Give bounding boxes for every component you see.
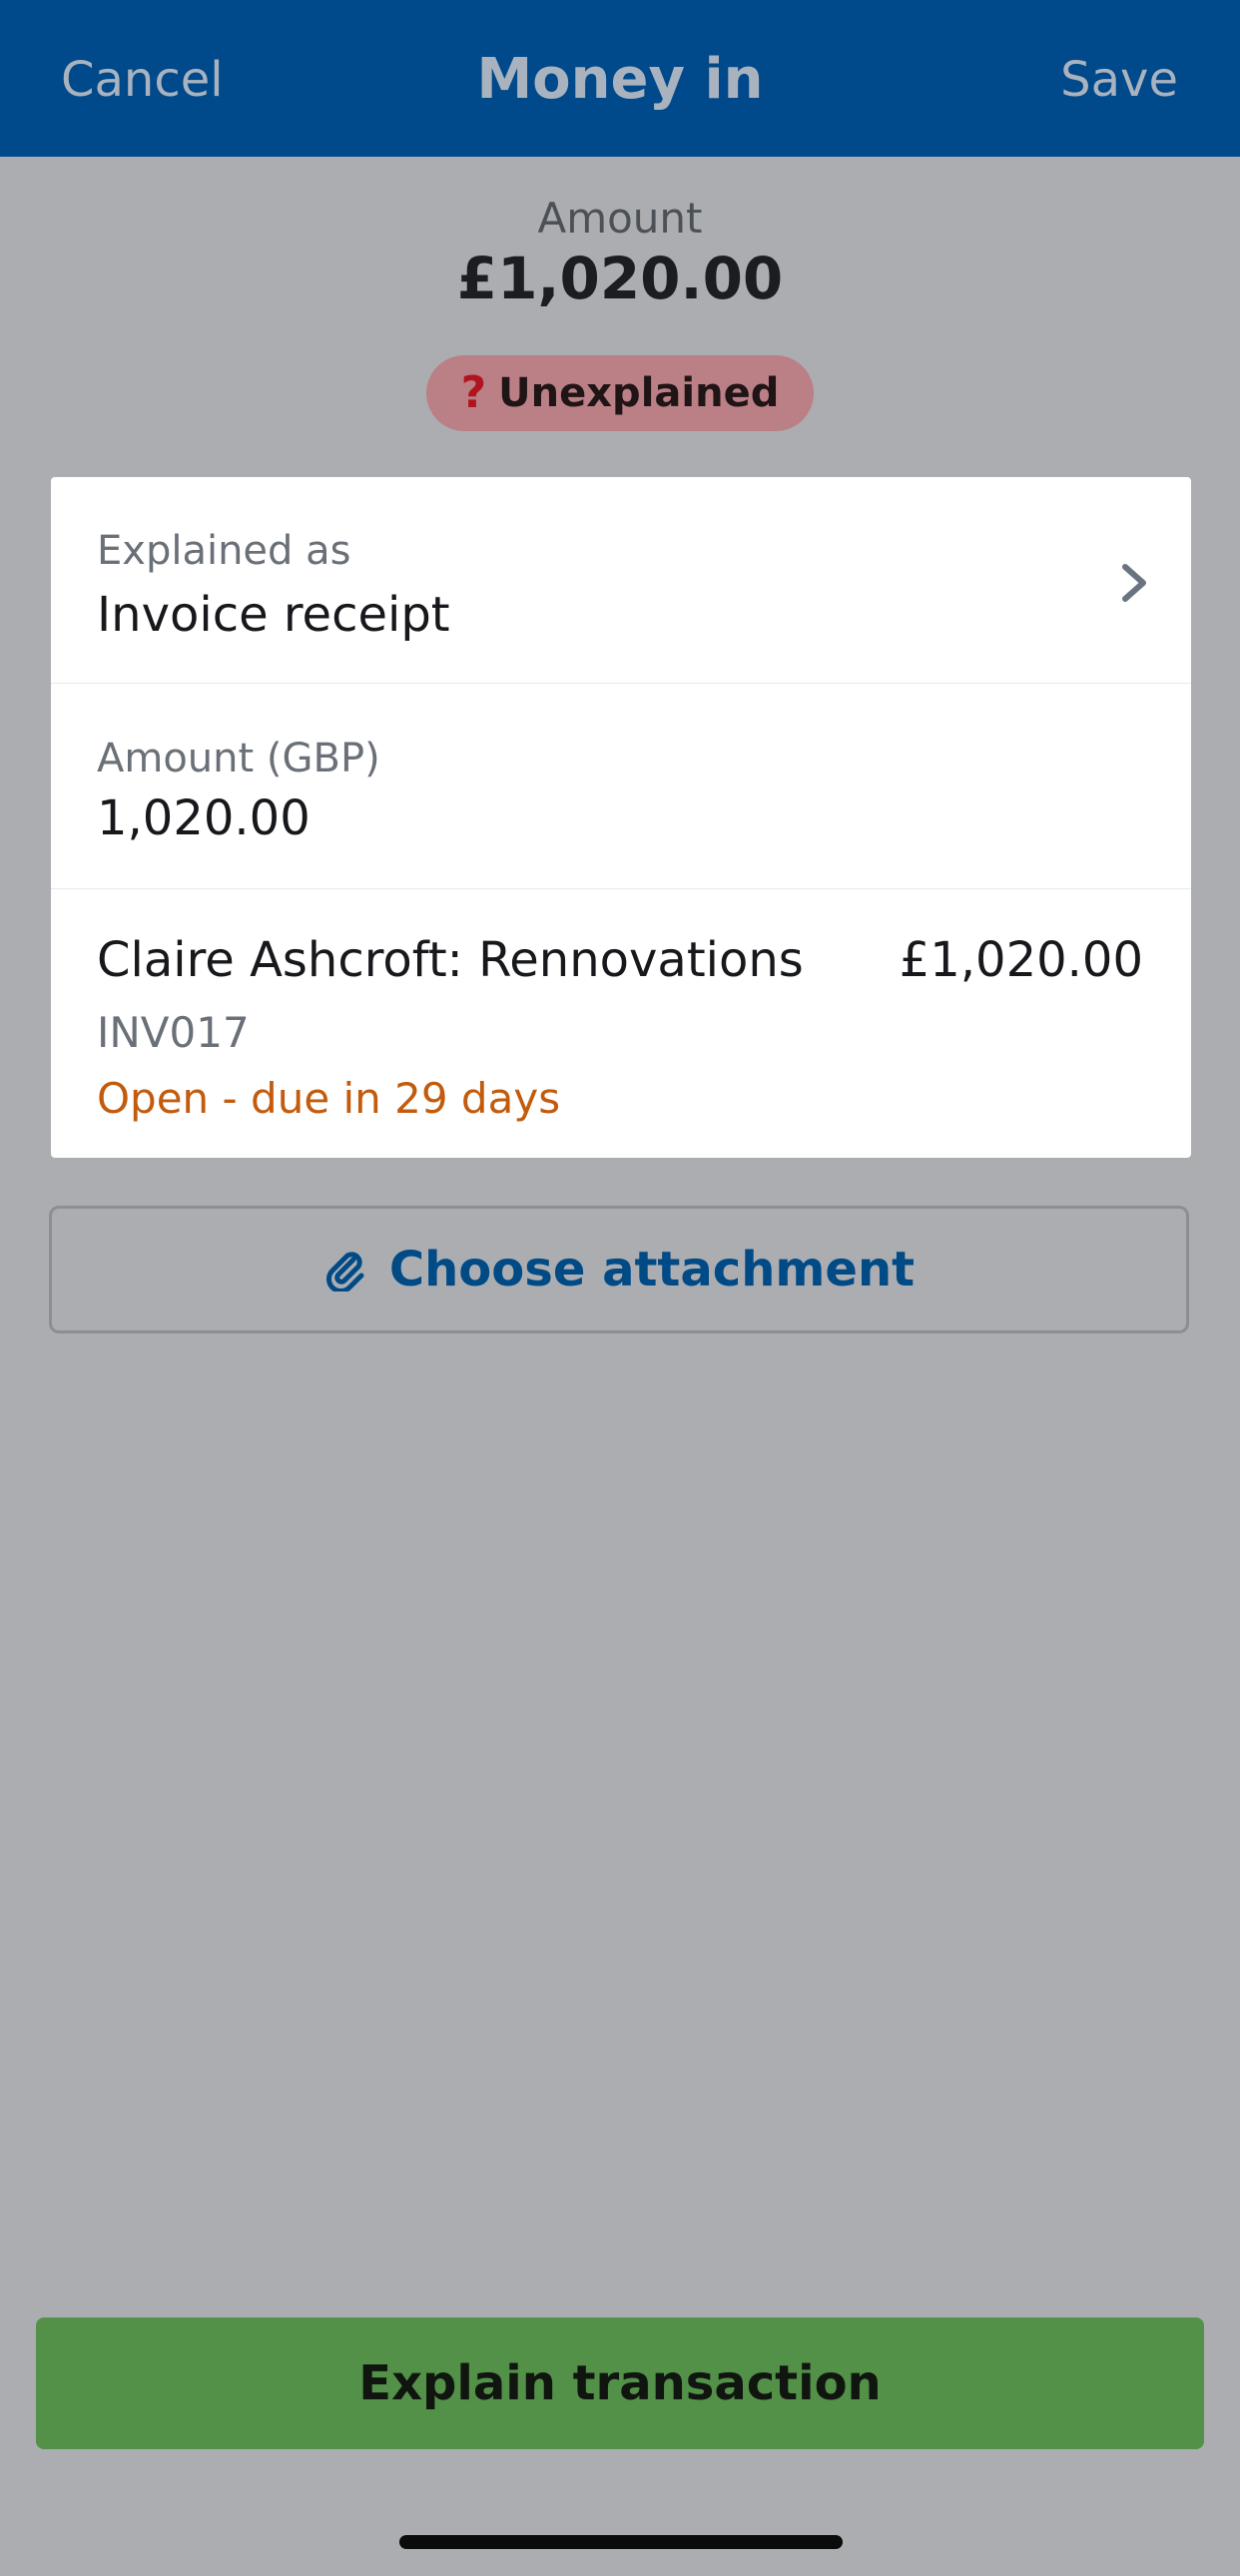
invoice-status: Open - due in 29 days — [97, 1074, 561, 1123]
save-button[interactable]: Save — [1060, 56, 1178, 104]
home-indicator — [399, 2535, 843, 2549]
amount-value: £1,020.00 — [456, 245, 784, 312]
invoice-reference: INV017 — [97, 1008, 250, 1057]
invoice-amount: £1,020.00 — [899, 932, 1143, 988]
invoice-row[interactable]: Claire Ashcroft: Rennovations £1,020.00 … — [51, 888, 1191, 1158]
choose-attachment-button[interactable]: Choose attachment — [49, 1206, 1189, 1333]
question-mark-icon: ? — [460, 367, 487, 418]
amount-gbp-row[interactable]: Amount (GBP) 1,020.00 — [51, 683, 1191, 889]
paperclip-icon — [325, 1252, 364, 1291]
amount-label: Amount — [537, 194, 703, 243]
status-badge-label: Unexplained — [498, 370, 780, 416]
page-title: Money in — [476, 47, 764, 112]
nav-bar: Cancel Money in Save — [0, 0, 1240, 157]
explanation-card: Explained as Invoice receipt Amount (GBP… — [51, 477, 1191, 1158]
choose-attachment-label: Choose attachment — [388, 1242, 916, 1297]
explained-as-row[interactable]: Explained as Invoice receipt — [51, 477, 1191, 684]
explain-transaction-label: Explain transaction — [358, 2355, 882, 2411]
amount-gbp-input[interactable]: 1,020.00 — [97, 794, 310, 842]
invoice-name: Claire Ashcroft: Rennovations — [97, 932, 804, 988]
explained-as-label: Explained as — [97, 528, 351, 574]
amount-gbp-label: Amount (GBP) — [97, 736, 380, 781]
explained-as-value: Invoice receipt — [97, 587, 450, 643]
chevron-right-icon — [1122, 564, 1146, 602]
status-badge: ? Unexplained — [426, 355, 814, 431]
explain-transaction-button[interactable]: Explain transaction — [36, 2318, 1204, 2449]
